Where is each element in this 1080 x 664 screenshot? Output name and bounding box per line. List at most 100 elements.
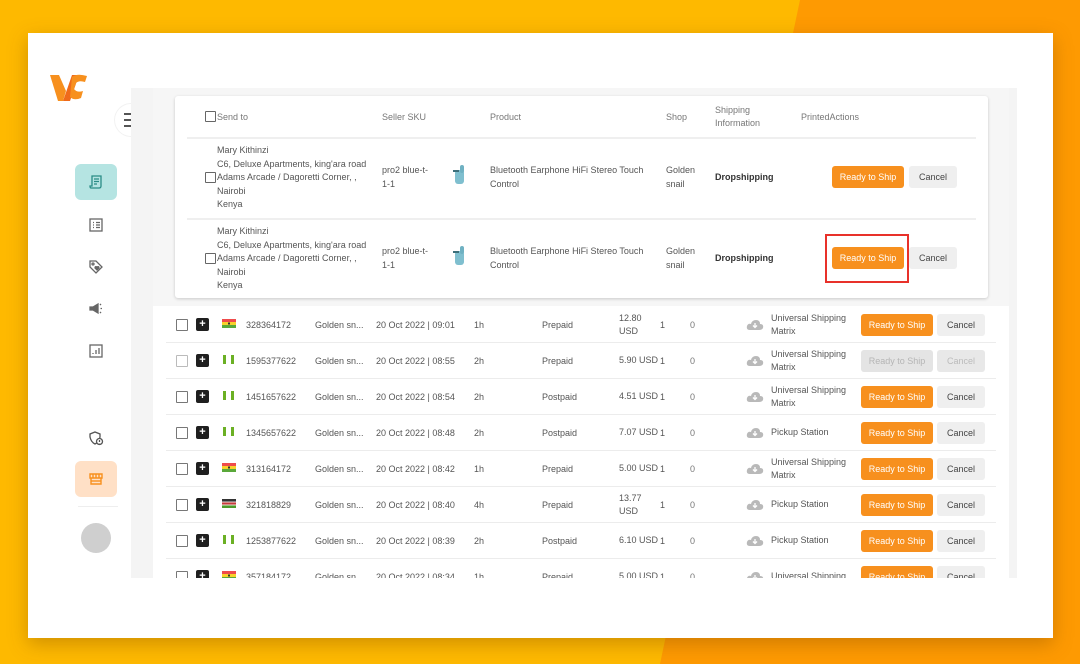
sku-line2: 1-1: [382, 259, 396, 270]
sidebar-item-marketing[interactable]: [75, 291, 117, 327]
vc-logo: [50, 74, 87, 101]
sidebar-item-reports[interactable]: [75, 333, 117, 369]
sidebar-item-store[interactable]: [75, 461, 117, 497]
highlight-annotation: [825, 234, 909, 283]
cancel-button[interactable]: Cancel: [937, 386, 985, 408]
amount-line1: 4.51 USD: [619, 391, 659, 401]
cancel-button[interactable]: Cancel: [937, 566, 985, 578]
order-id[interactable]: 1595377622: [246, 355, 296, 368]
seller-sku: pro2 blue-t- 1-1: [382, 245, 428, 272]
cancel-button[interactable]: Cancel: [937, 530, 985, 552]
ready-to-ship-button[interactable]: Ready to Ship: [832, 166, 904, 188]
order-checkbox[interactable]: [176, 535, 188, 547]
cloud-download-icon[interactable]: [746, 391, 764, 403]
amount-line1: 5.00 USD: [619, 463, 659, 473]
cancel-button[interactable]: Cancel: [937, 494, 985, 516]
order-amount: 7.07 USD: [619, 426, 658, 439]
cancel-button[interactable]: Cancel: [909, 166, 957, 188]
cloud-download-icon[interactable]: [746, 535, 764, 547]
expand-plus-icon[interactable]: +: [196, 354, 209, 367]
scrollbar-track[interactable]: [1009, 88, 1017, 578]
order-row[interactable]: + 1253877622 Golden sn... 20 Oct 2022 | …: [166, 523, 996, 559]
cloud-download-icon[interactable]: [746, 571, 764, 578]
shop-name: Golden sn...: [315, 464, 364, 474]
ready-to-ship-button[interactable]: Ready to Ship: [861, 566, 933, 578]
shop-line1: Golden: [666, 246, 696, 256]
order-row[interactable]: + 328364172 Golden sn... 20 Oct 2022 | 0…: [166, 307, 996, 343]
order-id[interactable]: 1253877622: [246, 535, 296, 548]
order-id[interactable]: 328364172: [246, 319, 291, 332]
cancel-button[interactable]: Cancel: [937, 458, 985, 480]
ready-to-ship-button[interactable]: Ready to Ship: [861, 494, 933, 516]
shipping-method: Dropshipping: [715, 253, 774, 263]
order-row[interactable]: + 1595377622 Golden sn... 20 Oct 2022 | …: [166, 343, 996, 379]
ready-to-ship-button[interactable]: Ready to Ship: [861, 422, 933, 444]
shield-icon: [89, 431, 104, 446]
printed-count: 0: [690, 500, 696, 510]
cloud-download-icon[interactable]: [746, 463, 764, 475]
order-row[interactable]: + 1451657622 Golden sn... 20 Oct 2022 | …: [166, 379, 996, 415]
address-country: Kenya: [217, 280, 243, 290]
order-row[interactable]: + 321818829 Golden sn... 20 Oct 2022 | 0…: [166, 487, 996, 523]
payment-type: Prepaid: [542, 464, 574, 474]
cloud-download-icon[interactable]: [746, 319, 764, 331]
cancel-button[interactable]: Cancel: [937, 350, 985, 372]
order-checkbox[interactable]: [176, 499, 188, 511]
order-checkbox[interactable]: [176, 391, 188, 403]
cloud-download-icon[interactable]: [746, 355, 764, 367]
ready-to-ship-button[interactable]: Ready to Ship: [861, 350, 933, 372]
shipping-method: Pickup Station: [771, 426, 829, 439]
expand-plus-icon[interactable]: +: [196, 534, 209, 547]
header-shipping-line1: Shipping: [715, 105, 751, 115]
order-checkbox[interactable]: [176, 355, 188, 367]
order-id[interactable]: 1451657622: [246, 391, 296, 404]
address-city: Nairobi: [217, 185, 246, 196]
order-row[interactable]: + 1345657622 Golden sn... 20 Oct 2022 | …: [166, 415, 996, 451]
header-shipping-line2: Information: [715, 118, 761, 128]
expand-plus-icon[interactable]: +: [196, 426, 209, 439]
cloud-download-icon[interactable]: [746, 427, 764, 439]
order-id[interactable]: 321818829: [246, 499, 291, 512]
order-checkbox[interactable]: [176, 571, 188, 578]
order-id[interactable]: 313164172: [246, 463, 291, 476]
expand-plus-icon[interactable]: +: [196, 462, 209, 475]
amount-line1: 7.07 USD: [619, 427, 659, 437]
shop-line1: Golden: [666, 165, 696, 175]
avatar[interactable]: [81, 523, 111, 553]
sidebar-item-promotions[interactable]: [75, 249, 117, 285]
cancel-button[interactable]: Cancel: [909, 247, 957, 269]
ready-to-ship-button[interactable]: Ready to Ship: [861, 386, 933, 408]
expanded-table-header: Send to Seller SKU Product Shop Shipping…: [175, 96, 988, 138]
quantity: 1: [660, 572, 666, 578]
order-checkbox[interactable]: [176, 319, 188, 331]
cancel-button[interactable]: Cancel: [937, 422, 985, 444]
ready-to-ship-button[interactable]: Ready to Ship: [861, 458, 933, 480]
order-amount: 12.80 USD: [619, 312, 642, 338]
row-checkbox[interactable]: [205, 172, 216, 183]
expand-plus-icon[interactable]: +: [196, 498, 209, 511]
ready-to-ship-button[interactable]: Ready to Ship: [861, 314, 933, 336]
select-all-checkbox[interactable]: [205, 111, 216, 122]
cloud-download-icon[interactable]: [746, 499, 764, 511]
payment-type: Prepaid: [542, 320, 574, 330]
order-id[interactable]: 1345657622: [246, 427, 296, 440]
ready-to-ship-button[interactable]: Ready to Ship: [861, 530, 933, 552]
sidebar-item-products[interactable]: [75, 207, 117, 243]
expand-plus-icon[interactable]: +: [196, 570, 209, 578]
shop-line2: snail: [666, 259, 685, 270]
order-id[interactable]: 357184172: [246, 571, 291, 578]
megaphone-icon: [89, 302, 102, 315]
product-line1: Bluetooth Earphone HiFi Stereo Touch: [490, 165, 644, 175]
order-row[interactable]: + 313164172 Golden sn... 20 Oct 2022 | 0…: [166, 451, 996, 487]
row-checkbox[interactable]: [205, 253, 216, 264]
cancel-button[interactable]: Cancel: [937, 314, 985, 336]
sidebar-item-account-health[interactable]: [75, 420, 117, 456]
quantity: 1: [660, 464, 666, 474]
expand-plus-icon[interactable]: +: [196, 318, 209, 331]
order-date: 20 Oct 2022 | 08:42: [376, 464, 455, 474]
expand-plus-icon[interactable]: +: [196, 390, 209, 403]
order-row[interactable]: + 357184172 Golden sn... 20 Oct 2022 | 0…: [166, 559, 996, 578]
order-checkbox[interactable]: [176, 463, 188, 475]
order-checkbox[interactable]: [176, 427, 188, 439]
sidebar-item-orders[interactable]: [75, 164, 117, 200]
